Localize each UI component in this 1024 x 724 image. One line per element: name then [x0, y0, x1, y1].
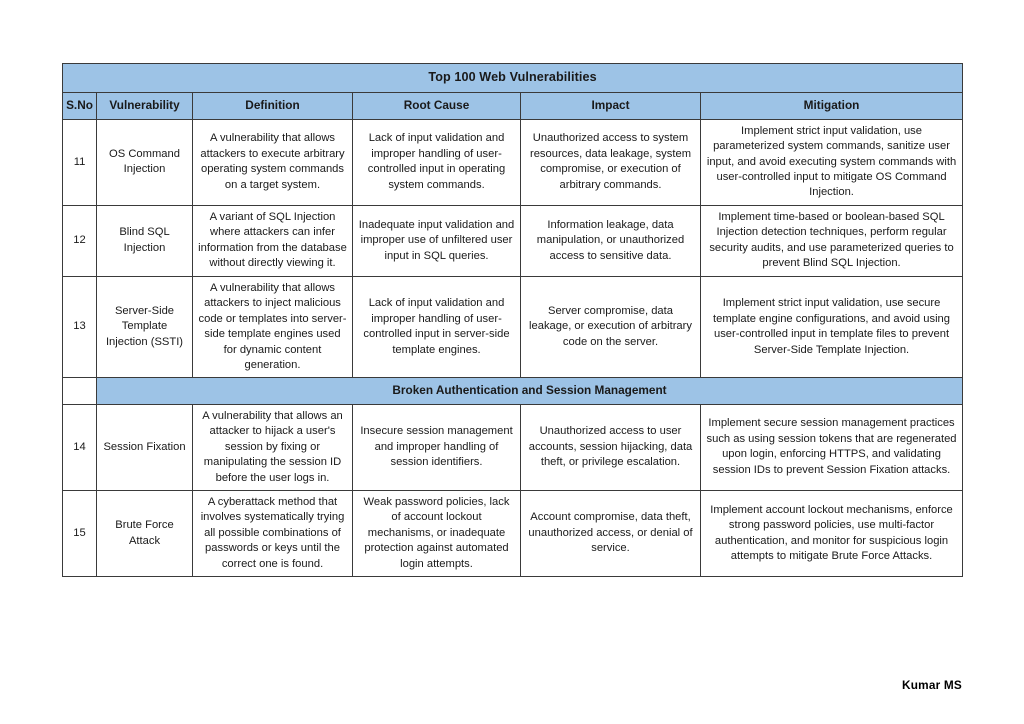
table-row: 11 OS Command Injection A vulnerability … [62, 118, 964, 206]
cell-root-cause: Weak password policies, lack of account … [352, 489, 521, 578]
cell-vulnerability: Blind SQL Injection [96, 204, 193, 277]
cell-mitigation: Implement time-based or boolean-based SQ… [699, 204, 964, 277]
cell-vulnerability: OS Command Injection [96, 118, 193, 206]
cell-vulnerability: Brute Force Attack [96, 489, 193, 578]
cell-mitigation: Implement secure session management prac… [699, 403, 964, 491]
cell-sno: 15 [62, 489, 97, 578]
cell-definition: A vulnerability that allows an attacker … [192, 403, 353, 491]
cell-definition: A variant of SQL Injection where attacke… [192, 204, 353, 277]
section-heading: Broken Authentication and Session Manage… [95, 377, 964, 405]
column-header-sno: S.No [62, 92, 97, 120]
table-body: Top 100 Web Vulnerabilities S.No Vulnera… [61, 62, 964, 578]
column-header-definition: Definition [192, 92, 353, 120]
cell-sno: 14 [62, 403, 97, 491]
cell-root-cause: Insecure session management and improper… [352, 403, 521, 491]
table-title: Top 100 Web Vulnerabilities [61, 62, 964, 94]
cell-sno [62, 377, 97, 405]
cell-definition: A vulnerability that allows attackers to… [192, 118, 353, 206]
table-row: 12 Blind SQL Injection A variant of SQL … [62, 204, 964, 277]
table-header-row: S.No Vulnerability Definition Root Cause… [62, 92, 964, 120]
cell-root-cause: Lack of input validation and improper ha… [352, 118, 521, 206]
table-section-row: Broken Authentication and Session Manage… [62, 377, 964, 405]
cell-mitigation: Implement account lockout mechanisms, en… [699, 489, 964, 578]
cell-definition: A cyberattack method that involves syste… [192, 489, 353, 578]
column-header-impact: Impact [520, 92, 701, 120]
cell-impact: Account compromise, data theft, unauthor… [520, 489, 701, 578]
vulnerabilities-table-container: Top 100 Web Vulnerabilities S.No Vulnera… [61, 62, 964, 578]
table-title-row: Top 100 Web Vulnerabilities [61, 62, 964, 94]
cell-definition: A vulnerability that allows attackers to… [192, 275, 353, 379]
table-row: 13 Server-Side Template Injection (SSTI)… [62, 275, 964, 379]
column-header-vulnerability: Vulnerability [96, 92, 193, 120]
cell-impact: Unauthorized access to system resources,… [520, 118, 701, 206]
cell-impact: Server compromise, data leakage, or exec… [520, 275, 701, 379]
table-row: 14 Session Fixation A vulnerability that… [62, 403, 964, 491]
document-page: Top 100 Web Vulnerabilities S.No Vulnera… [0, 0, 1024, 724]
cell-impact: Unauthorized access to user accounts, se… [520, 403, 701, 491]
column-header-root-cause: Root Cause [352, 92, 521, 120]
column-header-mitigation: Mitigation [699, 92, 964, 120]
cell-impact: Information leakage, data manipulation, … [520, 204, 701, 277]
cell-sno: 13 [62, 275, 97, 379]
table-row: 15 Brute Force Attack A cyberattack meth… [62, 489, 964, 578]
vulnerabilities-table: Top 100 Web Vulnerabilities S.No Vulnera… [61, 62, 964, 578]
cell-root-cause: Inadequate input validation and improper… [352, 204, 521, 277]
cell-vulnerability: Session Fixation [96, 403, 193, 491]
cell-sno: 12 [62, 204, 97, 277]
cell-sno: 11 [62, 118, 97, 206]
footer-credit: Kumar MS [902, 678, 962, 692]
cell-mitigation: Implement strict input validation, use s… [699, 275, 964, 379]
cell-vulnerability: Server-Side Template Injection (SSTI) [96, 275, 193, 379]
cell-root-cause: Lack of input validation and improper ha… [352, 275, 521, 379]
cell-mitigation: Implement strict input validation, use p… [699, 118, 964, 206]
